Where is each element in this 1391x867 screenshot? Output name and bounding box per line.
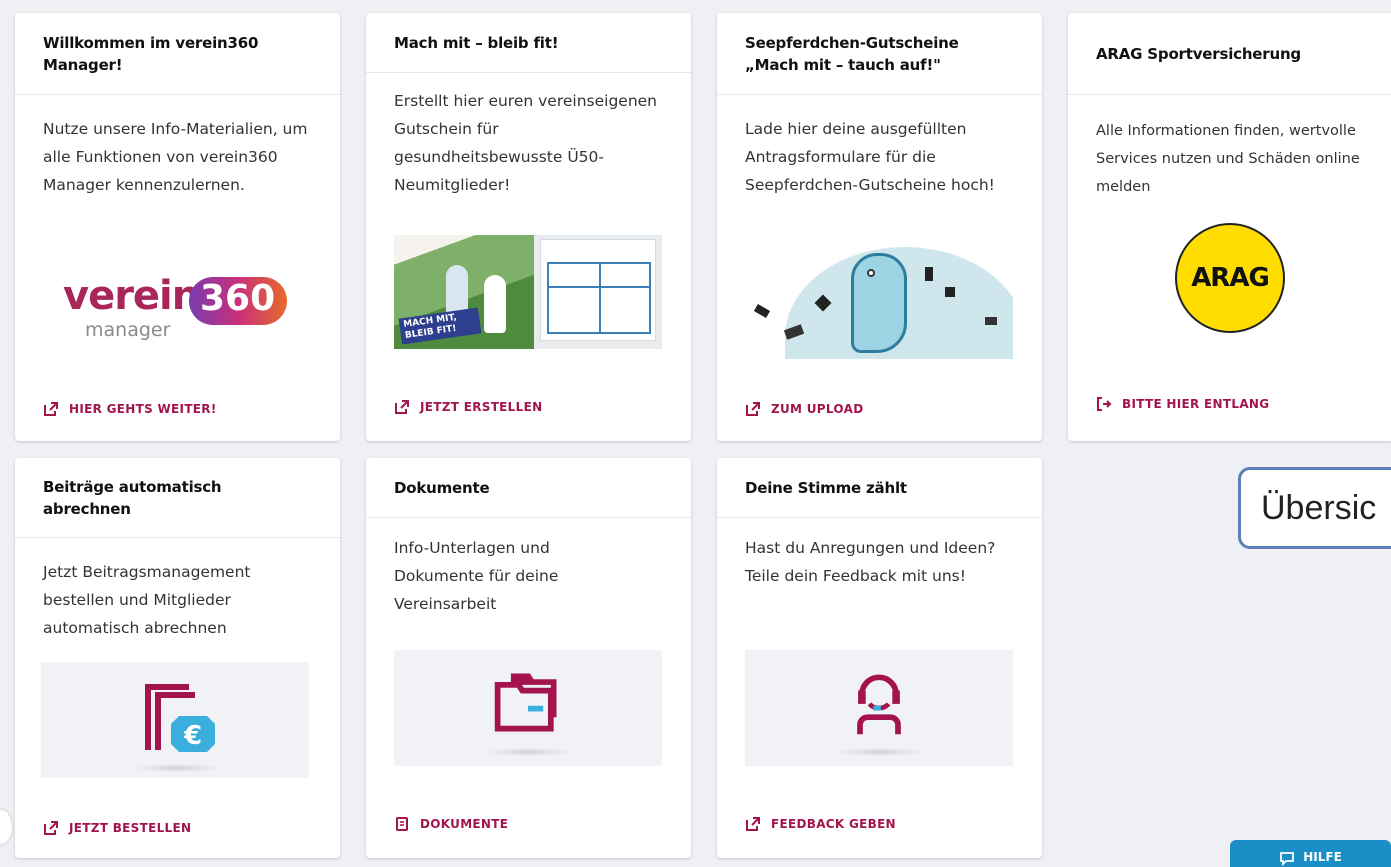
- card-text: Erstellt hier euren vereinseigenen Gutsc…: [394, 92, 658, 194]
- bitte-hier-entlang-link[interactable]: BITTE HIER ENTLANG: [1096, 396, 1269, 412]
- link-label: FEEDBACK GEBEN: [771, 817, 896, 831]
- hilfe-button[interactable]: HILFE: [1230, 840, 1391, 867]
- zum-upload-link[interactable]: ZUM UPLOAD: [745, 401, 863, 417]
- dokumente-link[interactable]: DOKUMENTE: [394, 816, 508, 832]
- seahorse-figure: [851, 253, 907, 353]
- arag-logo: ARAG: [1175, 223, 1285, 333]
- card-text: Jetzt Beitragsmanagement bestellen und M…: [43, 563, 251, 637]
- billing-euro-icon: €: [145, 684, 215, 752]
- link-label: JETZT BESTELLEN: [69, 821, 192, 835]
- jetzt-bestellen-link[interactable]: JETZT BESTELLEN: [43, 820, 191, 836]
- chat-bubble-icon: [1280, 852, 1295, 866]
- feedback-geben-link[interactable]: FEEDBACK GEBEN: [745, 816, 896, 832]
- illustration-frame: €: [41, 662, 309, 778]
- link-label: BITTE HIER ENTLANG: [1122, 397, 1270, 411]
- card-text: Hast du Anregungen und Ideen? Teile dein…: [745, 539, 996, 585]
- document-icon: [396, 817, 408, 831]
- headset-support-icon: [857, 674, 901, 735]
- card-title: Seepferdchen-Gutscheine „Mach mit – tauc…: [717, 13, 1042, 95]
- side-scroll-handle[interactable]: [0, 810, 12, 844]
- verein360-logo: verein 360 manager: [63, 271, 293, 351]
- arag-logo-text: ARAG: [1191, 263, 1270, 293]
- hilfe-label: HILFE: [1303, 850, 1342, 864]
- link-label: DOKUMENTE: [420, 817, 509, 831]
- external-link-icon: [44, 402, 58, 416]
- link-label: HIER GEHTS WEITER!: [69, 402, 217, 416]
- card-feedback: Deine Stimme zählt Hast du Anregungen un…: [717, 458, 1042, 858]
- external-link-icon: [746, 402, 760, 416]
- illustration-frame: [745, 650, 1013, 766]
- card-title: Beiträge automatisch abrechnen: [15, 458, 340, 538]
- card-title: ARAG Sportversicherung: [1068, 13, 1391, 95]
- card-title: Dokumente: [366, 458, 691, 518]
- card-title: Deine Stimme zählt: [717, 458, 1042, 518]
- external-link-icon: [395, 400, 409, 414]
- card-mach-mit: Mach mit – bleib fit! Erstellt hier eure…: [366, 13, 691, 441]
- hier-gehts-weiter-link[interactable]: HIER GEHTS WEITER!: [43, 401, 217, 417]
- jetzt-erstellen-link[interactable]: JETZT ERSTELLEN: [394, 399, 542, 415]
- card-text: Lade hier deine ausgefüllten Antragsform…: [745, 120, 995, 194]
- logo-word: verein: [63, 273, 200, 319]
- gutschein-preview-image: MACH MIT, BLEIB FIT!: [394, 235, 662, 349]
- card-text: Info-Unterlagen und Dokumente für deine …: [394, 539, 559, 613]
- seepferdchen-illustration: [745, 247, 1013, 359]
- uebersicht-overlay-label: Übersic: [1238, 467, 1391, 549]
- card-seepferdchen: Seepferdchen-Gutscheine „Mach mit – tauc…: [717, 13, 1042, 441]
- link-label: ZUM UPLOAD: [771, 402, 864, 416]
- card-text: Nutze unsere Info-Materialien, um alle F…: [43, 120, 308, 194]
- illustration-frame: [394, 650, 662, 766]
- logo-number: 360: [200, 278, 276, 319]
- card-arag: ARAG Sportversicherung Alle Informatione…: [1068, 13, 1391, 441]
- card-title: Willkommen im verein360 Manager!: [15, 13, 340, 95]
- svg-text:€: €: [183, 721, 202, 751]
- card-title: Mach mit – bleib fit!: [366, 13, 691, 73]
- sign-in-icon: [1097, 397, 1112, 411]
- card-text: Alle Informationen finden, wertvolle Ser…: [1096, 123, 1360, 195]
- external-link-icon: [746, 817, 760, 831]
- logo-subtitle: manager: [85, 319, 171, 341]
- card-beitraege: Beiträge automatisch abrechnen Jetzt Bei…: [15, 458, 340, 858]
- folder-icon: [494, 673, 557, 732]
- card-welcome: Willkommen im verein360 Manager! Nutze u…: [15, 13, 340, 441]
- card-dokumente: Dokumente Info-Unterlagen und Dokumente …: [366, 458, 691, 858]
- external-link-icon: [44, 821, 58, 835]
- overlay-text: Übersic: [1261, 488, 1377, 527]
- link-label: JETZT ERSTELLEN: [420, 400, 543, 414]
